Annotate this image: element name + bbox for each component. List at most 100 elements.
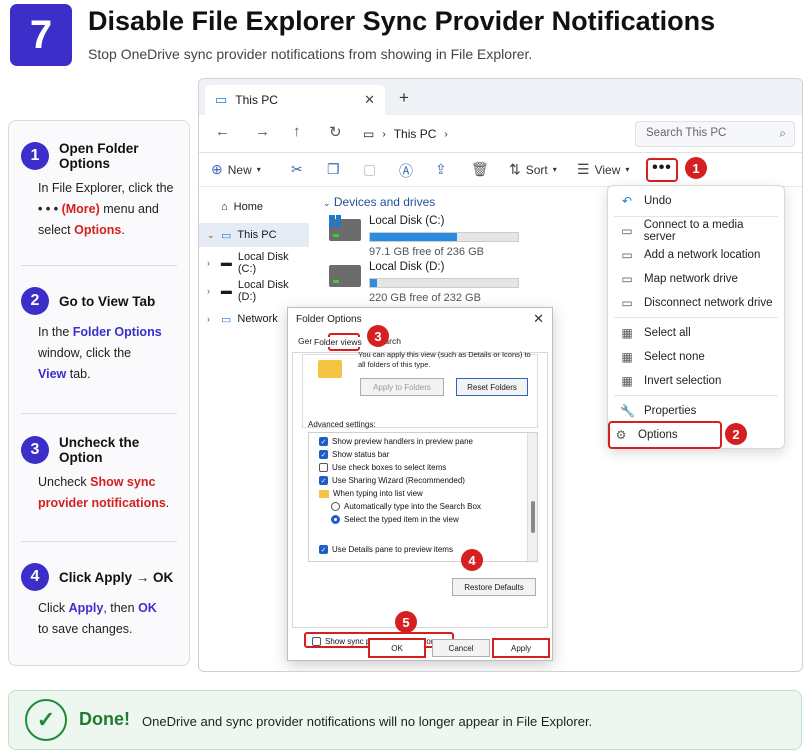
share-button[interactable]: ⇪ (435, 161, 447, 178)
advanced-settings-list: ✓ Show preview handlers in preview pane ✓… (308, 432, 538, 562)
menu-item-options[interactable]: ⚙ Options (608, 421, 722, 449)
drive-name: Local Disk (D:) (369, 261, 445, 273)
menu-item-invert-selection[interactable]: ▦ Invert selection (616, 370, 776, 392)
divider (21, 265, 177, 266)
menu-label: Undo (644, 195, 672, 207)
rename-button[interactable]: Ⓐ (399, 161, 413, 181)
ok-button[interactable]: OK (368, 638, 426, 658)
setting-show-status-bar[interactable]: ✓ Show status bar (319, 448, 389, 461)
checkbox-checked[interactable]: ✓ (319, 450, 328, 459)
nav-item-local-disk-d[interactable]: › ▬ Local Disk (D:) (199, 279, 309, 303)
view-button[interactable]: ☰ View ▾ (577, 161, 629, 178)
more-options-menu: ↶ Undo ▭ Connect to a media server ▭ Add a … (607, 185, 785, 449)
chevron-down-icon: ▾ (625, 165, 630, 174)
close-tab-icon[interactable]: ✕ (364, 92, 375, 108)
text: window, click the (38, 346, 132, 360)
step-number: 2 (21, 287, 49, 315)
menu-item-properties[interactable]: 🔧 Properties (616, 400, 776, 422)
nav-label: Local Disk (D:) (237, 279, 289, 303)
apply-button[interactable]: Apply (492, 638, 550, 658)
drive-usage-bar (369, 232, 519, 242)
reset-folders-button[interactable]: Reset Folders (456, 378, 528, 396)
page-subtitle: Stop OneDrive sync provider notification… (88, 46, 533, 62)
setting-use-details-pane[interactable]: ✓ Use Details pane to preview items (319, 543, 453, 556)
radio-selected[interactable] (331, 515, 340, 524)
delete-button[interactable]: 🗑 (471, 161, 489, 178)
ok-text: OK (138, 601, 157, 615)
refresh-icon[interactable]: ↻ (329, 123, 342, 141)
nav-item-local-disk-c[interactable]: › ▬ Local Disk (C:) (199, 251, 309, 275)
command-bar: ⊕ New ▾ ✂ ❐ ▢ Ⓐ ⇪ 🗑 ⇅ Sort ▾ ☰ View ▾ ••… (199, 153, 802, 187)
view-label: View (594, 162, 621, 177)
nav-item-home[interactable]: ⌂ Home (199, 195, 309, 219)
setting-type-into-search[interactable]: Automatically type into the Search Box (331, 500, 481, 513)
text: to save changes. (38, 622, 133, 636)
checkbox-checked[interactable]: ✓ (319, 437, 328, 446)
more-dots-text: • • • (38, 202, 59, 216)
more-button[interactable]: ••• (646, 158, 678, 182)
menu-item-select-none[interactable]: ▦ Select none (616, 346, 776, 368)
scrollbar-thumb[interactable] (531, 501, 535, 533)
sort-icon: ⇅ (509, 161, 521, 177)
chevron-right-icon: › (207, 258, 210, 268)
setting-label: Show status bar (332, 450, 390, 459)
cut-button[interactable]: ✂ (291, 161, 303, 178)
search-input[interactable]: Search This PC ⌕ (635, 121, 795, 147)
checkbox-checked[interactable]: ✓ (319, 545, 328, 554)
view-text: View (38, 367, 67, 381)
text: select (38, 223, 71, 237)
menu-item-map-network-drive[interactable]: ▭ Map network drive (616, 268, 776, 290)
network-location-icon: ▭ (621, 248, 633, 262)
menu-label: Invert selection (644, 375, 722, 387)
checkbox-unchecked[interactable] (312, 637, 321, 646)
windows-logo-icon (329, 215, 341, 227)
scrollbar[interactable] (527, 433, 537, 561)
devices-and-drives-header[interactable]: ⌄ Devices and drives (323, 195, 435, 209)
tab-this-pc[interactable]: ▭ This PC ✕ (205, 85, 385, 115)
menu-item-connect-media-server[interactable]: ▭ Connect to a media server (616, 219, 776, 243)
close-icon[interactable]: ✕ (533, 311, 544, 327)
new-tab-button[interactable]: + (399, 88, 409, 108)
address-field[interactable]: ▭ › This PC › (357, 122, 622, 146)
copy-icon: ❐ (327, 161, 340, 177)
plus-circle-icon: ⊕ (211, 161, 223, 177)
step-number: 4 (21, 563, 49, 591)
chevron-down-icon: ⌄ (323, 198, 331, 208)
nav-item-this-pc[interactable]: ⌄ ▭ This PC (199, 223, 309, 247)
done-banner: ✓ Done! OneDrive and sync provider notif… (8, 690, 802, 750)
forward-arrow-icon[interactable]: → (255, 123, 270, 140)
paste-icon: ▢ (363, 161, 377, 177)
folder-icon (318, 360, 342, 378)
folder-views-label: Folder views (312, 337, 364, 347)
checkbox-unchecked[interactable] (319, 463, 328, 472)
new-button[interactable]: ⊕ New ▾ (211, 161, 261, 178)
paste-button[interactable]: ▢ (363, 161, 376, 178)
menu-item-disconnect-network-drive[interactable]: ▭ Disconnect network drive (616, 292, 776, 314)
setting-show-preview-handlers[interactable]: ✓ Show preview handlers in preview pane (319, 435, 473, 448)
text: Uncheck (38, 475, 87, 489)
up-arrow-icon[interactable]: ↑ (293, 123, 301, 140)
checkbox-checked[interactable]: ✓ (319, 476, 328, 485)
restore-defaults-button[interactable]: Restore Defaults (452, 578, 536, 596)
setting-select-typed-item[interactable]: Select the typed item in the view (331, 513, 459, 526)
sort-button[interactable]: ⇅ Sort ▾ (509, 161, 557, 178)
setting-use-check-boxes[interactable]: Use check boxes to select items (319, 461, 446, 474)
chevron-right-icon: › (444, 128, 448, 140)
menu-item-add-network-location[interactable]: ▭ Add a network location (616, 244, 776, 266)
radio-unselected[interactable] (331, 502, 340, 511)
more-text: (More) (61, 202, 100, 216)
marker-4: 4 (461, 549, 483, 571)
option-text: provider notifications (38, 496, 166, 510)
apply-to-folders-button[interactable]: Apply to Folders (360, 378, 444, 396)
menu-item-undo[interactable]: ↶ Undo (616, 190, 776, 212)
menu-divider (614, 317, 778, 318)
setting-label: Use Sharing Wizard (Recommended) (332, 476, 465, 485)
step-1: 1 Open Folder Options In File Explorer, … (9, 141, 189, 241)
cancel-button[interactable]: Cancel (432, 639, 490, 657)
back-arrow-icon[interactable]: ← (215, 123, 230, 140)
copy-button[interactable]: ❐ (327, 161, 340, 178)
menu-item-select-all[interactable]: ▦ Select all (616, 322, 776, 344)
setting-label: Use Details pane to preview items (332, 545, 453, 554)
menu-label: Properties (644, 405, 697, 417)
setting-use-sharing-wizard[interactable]: ✓ Use Sharing Wizard (Recommended) (319, 474, 465, 487)
